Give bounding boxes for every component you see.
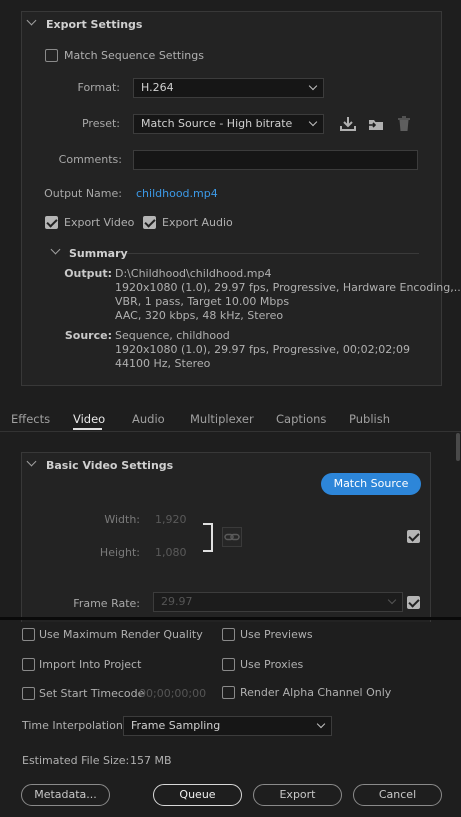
- frame-rate-label: Frame Rate:: [73, 597, 140, 610]
- metadata-button[interactable]: Metadata...: [21, 784, 110, 806]
- export-audio-checkbox[interactable]: [143, 216, 156, 229]
- summary-source-line: Sequence, childhood: [115, 329, 230, 342]
- chevron-down-icon: [308, 117, 318, 127]
- estimated-size-value: 157 MB: [130, 754, 172, 767]
- chevron-down-icon: [316, 719, 326, 729]
- height-label: Height:: [99, 546, 140, 559]
- render-alpha-checkbox[interactable]: [222, 686, 235, 699]
- output-name-label: Output Name:: [44, 187, 122, 200]
- export-button[interactable]: Export: [253, 784, 342, 806]
- export-video-label: Export Video: [64, 216, 135, 229]
- bottom-divider: [0, 617, 461, 620]
- set-start-timecode-checkbox[interactable]: [22, 687, 35, 700]
- active-tab-indicator: [73, 428, 102, 430]
- start-timecode-value[interactable]: 00;00;00;00: [139, 687, 206, 700]
- time-interpolation-label: Time Interpolation:: [22, 719, 127, 732]
- comments-label: Comments:: [58, 153, 122, 166]
- summary-source-line: 1920x1080 (1.0), 29.97 fps, Progressive,…: [115, 343, 411, 356]
- time-interpolation-select[interactable]: Frame Sampling: [123, 716, 332, 736]
- tab-multiplexer[interactable]: Multiplexer: [190, 412, 254, 426]
- summary-source-line: 44100 Hz, Stereo: [115, 357, 211, 370]
- use-previews-checkbox[interactable]: [222, 628, 235, 641]
- summary-title: Summary: [69, 247, 128, 260]
- scrollbar-thumb[interactable]: [456, 433, 460, 461]
- summary-output-line: 1920x1080 (1.0), 29.97 fps, Progressive,…: [115, 281, 461, 294]
- trash-icon[interactable]: [395, 115, 413, 133]
- format-value: H.264: [141, 81, 174, 94]
- preset-label: Preset:: [81, 117, 120, 130]
- basic-video-title: Basic Video Settings: [46, 459, 174, 472]
- summary-output-line: AAC, 320 kbps, 48 kHz, Stereo: [115, 309, 284, 322]
- time-interpolation-value: Frame Sampling: [131, 719, 221, 732]
- format-label: Format:: [77, 81, 120, 94]
- match-sequence-checkbox[interactable]: [45, 49, 58, 62]
- estimated-size-label: Estimated File Size:: [22, 754, 130, 767]
- width-value[interactable]: 1,920: [155, 513, 187, 526]
- chevron-down-icon: [387, 595, 397, 605]
- summary-output-key: Output:: [64, 267, 112, 280]
- format-select[interactable]: H.264: [133, 78, 324, 98]
- render-alpha-label: Render Alpha Channel Only: [240, 686, 392, 699]
- import-into-project-checkbox[interactable]: [22, 658, 35, 671]
- summary-divider: [127, 253, 419, 254]
- max-render-quality-checkbox[interactable]: [22, 628, 35, 641]
- export-audio-label: Export Audio: [162, 216, 233, 229]
- download-icon[interactable]: [339, 115, 357, 133]
- preset-value: Match Source - High bitrate: [141, 117, 293, 130]
- frame-rate-value: 29.97: [161, 595, 193, 608]
- height-value[interactable]: 1,080: [155, 546, 187, 559]
- use-proxies-checkbox[interactable]: [222, 658, 235, 671]
- import-folder-icon[interactable]: [367, 115, 385, 133]
- width-label: Width:: [104, 513, 140, 526]
- tab-video[interactable]: Video: [73, 412, 105, 426]
- summary-source-key: Source:: [64, 329, 112, 342]
- use-proxies-label: Use Proxies: [240, 658, 304, 671]
- queue-button[interactable]: Queue: [153, 784, 242, 806]
- tab-effects[interactable]: Effects: [11, 412, 50, 426]
- summary-output-line: D:\Childhood\childhood.mp4: [115, 267, 272, 280]
- tab-audio[interactable]: Audio: [132, 412, 165, 426]
- use-previews-label: Use Previews: [240, 628, 313, 641]
- set-start-timecode-label: Set Start Timecode: [39, 687, 145, 700]
- import-into-project-label: Import Into Project: [39, 658, 142, 671]
- aspect-bracket: [203, 523, 213, 552]
- override-dimensions-checkbox[interactable]: [407, 530, 420, 543]
- override-frame-rate-checkbox[interactable]: [407, 596, 420, 609]
- comments-input[interactable]: [133, 150, 418, 170]
- tab-captions[interactable]: Captions: [276, 412, 326, 426]
- max-render-quality-label: Use Maximum Render Quality: [39, 628, 203, 641]
- frame-rate-select[interactable]: 29.97: [153, 592, 403, 612]
- tab-publish[interactable]: Publish: [349, 412, 390, 426]
- export-settings-title: Export Settings: [46, 18, 143, 31]
- chain-link-icon[interactable]: [222, 527, 242, 547]
- match-sequence-label: Match Sequence Settings: [64, 49, 204, 62]
- chevron-down-icon: [308, 81, 318, 91]
- cancel-button[interactable]: Cancel: [353, 784, 442, 806]
- summary-output-line: VBR, 1 pass, Target 10.00 Mbps: [115, 295, 290, 308]
- match-source-button[interactable]: Match Source: [321, 473, 421, 495]
- preset-select[interactable]: Match Source - High bitrate: [133, 114, 324, 134]
- output-name-link[interactable]: childhood.mp4: [136, 187, 218, 200]
- export-video-checkbox[interactable]: [45, 216, 58, 229]
